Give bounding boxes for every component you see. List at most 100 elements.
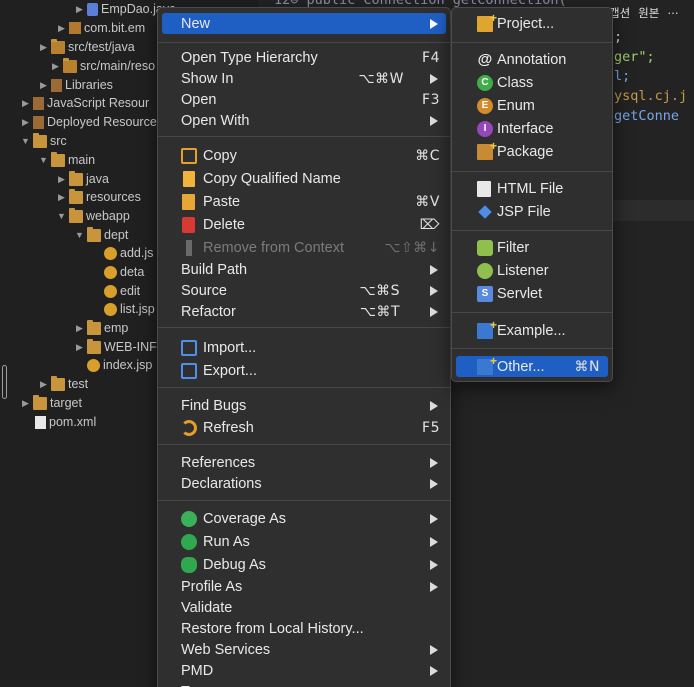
tree-item-add-jsp[interactable]: add.js	[104, 244, 153, 262]
collapse-arrow-icon[interactable]: ▼	[38, 155, 49, 165]
menu-separator	[452, 171, 612, 172]
menu-item-other[interactable]: + Other... ⌘N	[456, 354, 608, 377]
expand-arrow-icon[interactable]: ▶	[74, 342, 85, 353]
expand-arrow-icon[interactable]: ▶	[20, 398, 31, 409]
menu-item-open[interactable]: Open F3	[162, 89, 446, 110]
menu-item-pmd[interactable]: PMD	[162, 660, 446, 681]
tree-item-deployed-resources[interactable]: ▶ Deployed Resource	[20, 113, 157, 131]
expand-arrow-icon[interactable]: ▶	[38, 80, 49, 91]
tree-item-src[interactable]: ▼ src	[20, 132, 67, 150]
menu-item-interface[interactable]: I Interface	[456, 118, 608, 139]
tree-item-list-jsp[interactable]: list.jsp	[104, 300, 155, 318]
scrollbar-handle[interactable]	[2, 365, 7, 399]
menu-item-profile-as[interactable]: Profile As	[162, 576, 446, 597]
tree-item-web-inf[interactable]: ▶ WEB-INF	[74, 338, 157, 356]
collapse-arrow-icon[interactable]: ▼	[74, 230, 85, 240]
menu-item-copy[interactable]: Copy ⌘C	[162, 145, 446, 166]
menu-item-remove-from-context[interactable]: Remove from Context ⌥⇧⌘↓	[162, 237, 446, 258]
menu-item-source[interactable]: Source ⌥⌘S	[162, 280, 446, 301]
tree-item-src-test-java[interactable]: ▶ src/test/java	[38, 38, 135, 56]
expand-arrow-icon[interactable]: ▶	[38, 379, 49, 390]
menu-separator	[158, 327, 450, 328]
menu-item-validate[interactable]: Validate	[162, 597, 446, 618]
menu-item-paste[interactable]: Paste ⌘V	[162, 191, 446, 212]
menu-item-open-type-hierarchy[interactable]: Open Type Hierarchy F4	[162, 47, 446, 68]
menu-item-label: New	[181, 15, 211, 32]
expand-arrow-icon[interactable]: ▶	[56, 174, 67, 185]
tree-item-webapp[interactable]: ▼ webapp	[56, 207, 130, 225]
menu-item-example[interactable]: + Example...	[456, 318, 608, 341]
menu-item-declarations[interactable]: Declarations	[162, 473, 446, 494]
submenu-arrow-icon	[430, 645, 438, 655]
menu-item-refactor[interactable]: Refactor ⌥⌘T	[162, 301, 446, 322]
tree-item-detail-jsp[interactable]: deta	[104, 263, 144, 281]
menu-item-show-in[interactable]: Show In ⌥⌘W	[162, 68, 446, 89]
menu-item-run-as[interactable]: Run As	[162, 531, 446, 552]
tree-item-package[interactable]: ▶ com.bit.em	[56, 19, 145, 37]
tree-item-target[interactable]: ▶ target	[20, 394, 82, 412]
menu-item-label: Open	[181, 91, 217, 108]
menu-separator	[158, 387, 450, 388]
menu-item-build-path[interactable]: Build Path	[162, 259, 446, 280]
tree-item-src-main-resources[interactable]: ▶ src/main/reso	[50, 57, 155, 75]
menu-item-delete[interactable]: Delete ⌦	[162, 214, 446, 235]
menu-item-class[interactable]: C Class	[456, 72, 608, 93]
menu-item-coverage-as[interactable]: Coverage As	[162, 508, 446, 529]
menu-item-annotation[interactable]: @ Annotation	[456, 49, 608, 70]
tree-item-java[interactable]: ▶ java	[56, 170, 109, 188]
java-file-icon	[87, 2, 98, 16]
tree-item-emp[interactable]: ▶ emp	[74, 319, 128, 337]
menu-item-project[interactable]: + Project...	[456, 11, 608, 34]
menu-item-web-services[interactable]: Web Services	[162, 639, 446, 660]
menu-item-references[interactable]: References	[162, 452, 446, 473]
collapse-arrow-icon[interactable]: ▼	[56, 211, 67, 221]
more-icon[interactable]: ⋯	[667, 6, 679, 20]
folder-icon	[87, 226, 101, 242]
tree-item-libraries[interactable]: ▶ Libraries	[38, 76, 113, 94]
menu-item-jsp-file[interactable]: JSP File	[456, 201, 608, 222]
menu-item-restore-from-local-history[interactable]: Restore from Local History...	[162, 618, 446, 639]
menu-item-refresh[interactable]: Refresh F5	[162, 417, 446, 438]
original-button[interactable]: 원본	[638, 5, 659, 21]
menu-item-label: Open With	[181, 112, 250, 129]
library-icon	[33, 96, 44, 110]
menu-item-package[interactable]: + Package	[456, 139, 608, 162]
expand-arrow-icon[interactable]: ▶	[74, 4, 85, 15]
submenu-arrow-icon	[430, 537, 438, 547]
menu-item-label: JSP File	[497, 203, 551, 220]
menu-item-filter[interactable]: Filter	[456, 237, 608, 258]
menu-item-copy-qualified-name[interactable]: Copy Qualified Name	[162, 168, 446, 189]
menu-item-open-with[interactable]: Open With	[162, 110, 446, 131]
code-line: ger";	[614, 49, 655, 65]
menu-item-label: T	[181, 684, 190, 687]
menu-item-listener[interactable]: Listener	[456, 260, 608, 281]
tree-item-pom-xml[interactable]: pom.xml	[35, 413, 96, 431]
expand-arrow-icon[interactable]: ▶	[38, 42, 49, 53]
expand-arrow-icon[interactable]: ▶	[56, 23, 67, 34]
tree-item-dept[interactable]: ▼ dept	[74, 226, 128, 244]
menu-item-import[interactable]: Import...	[162, 337, 446, 358]
expand-arrow-icon[interactable]: ▶	[50, 61, 61, 72]
expand-arrow-icon[interactable]: ▶	[74, 323, 85, 334]
tree-item-test[interactable]: ▶ test	[38, 375, 88, 393]
menu-item-html-file[interactable]: HTML File	[456, 178, 608, 199]
tree-item-index-jsp[interactable]: index.jsp	[87, 356, 152, 374]
expand-arrow-icon[interactable]: ▶	[20, 98, 31, 109]
expand-arrow-icon[interactable]: ▶	[20, 117, 31, 128]
menu-item-export[interactable]: Export...	[162, 360, 446, 381]
menu-item-label: Coverage As	[203, 510, 287, 527]
tree-item-edit-jsp[interactable]: edit	[104, 282, 140, 300]
menu-item-enum[interactable]: E Enum	[456, 95, 608, 116]
menu-item-servlet[interactable]: S Servlet	[456, 283, 608, 304]
tree-item-resources[interactable]: ▶ resources	[56, 188, 141, 206]
menu-item-find-bugs[interactable]: Find Bugs	[162, 395, 446, 416]
expand-arrow-icon[interactable]: ▶	[56, 192, 67, 203]
menu-separator	[452, 230, 612, 231]
menu-item-new[interactable]: New	[162, 13, 446, 34]
copy-qualified-name-icon	[183, 171, 195, 187]
collapse-arrow-icon[interactable]: ▼	[20, 136, 31, 146]
menu-item-debug-as[interactable]: Debug As	[162, 554, 446, 575]
menu-item-team[interactable]: T	[162, 681, 446, 687]
tree-item-javascript-resources[interactable]: ▶ JavaScript Resour	[20, 94, 149, 112]
tree-item-main[interactable]: ▼ main	[38, 151, 95, 169]
